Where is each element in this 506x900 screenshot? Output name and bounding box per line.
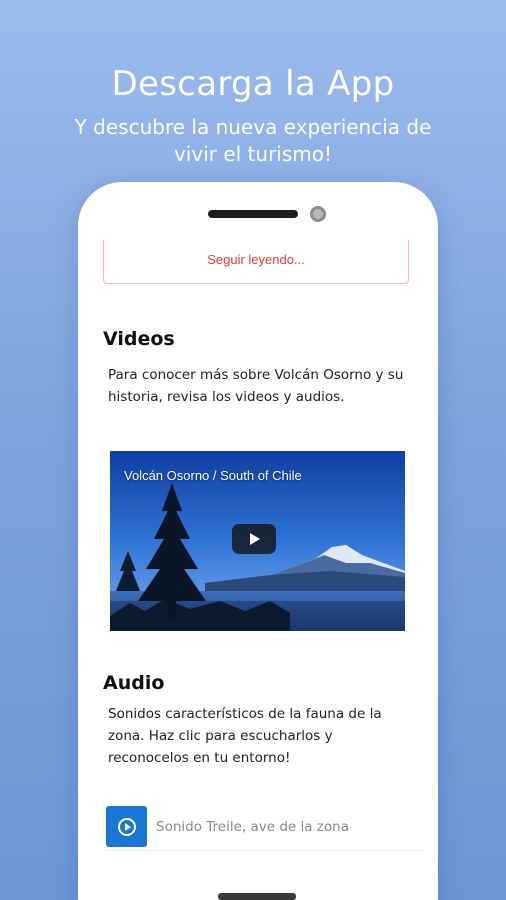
audio-list-item[interactable]: Sonido Treile, ave de la zona (106, 803, 424, 851)
video-title: Volcán Osorno / South of Chile (124, 468, 302, 483)
phone-camera (310, 206, 326, 222)
videos-heading: Videos (103, 328, 175, 350)
hero-subtitle: Y descubre la nueva experiencia de vivir… (74, 115, 432, 166)
audio-heading: Audio (103, 672, 165, 694)
videos-description: Para conocer más sobre Volcán Osorno y s… (108, 367, 404, 405)
audio-item-label: Sonido Treile, ave de la zona (156, 818, 349, 835)
audio-play-button[interactable] (106, 806, 147, 847)
audio-description: Sonidos característicos de la fauna de l… (108, 706, 382, 766)
app-screen: Seguir leyendo... Videos Para conocer má… (94, 240, 428, 900)
play-circle-icon (117, 817, 136, 836)
video-player[interactable]: Volcán Osorno / South of Chile (110, 451, 405, 631)
play-icon[interactable] (232, 524, 276, 554)
phone-home-indicator (218, 893, 296, 900)
read-more-button[interactable]: Seguir leyendo... (103, 240, 409, 284)
phone-speaker (208, 210, 298, 218)
hero-title: Descarga la App (111, 64, 395, 104)
read-more-label: Seguir leyendo... (207, 252, 305, 267)
